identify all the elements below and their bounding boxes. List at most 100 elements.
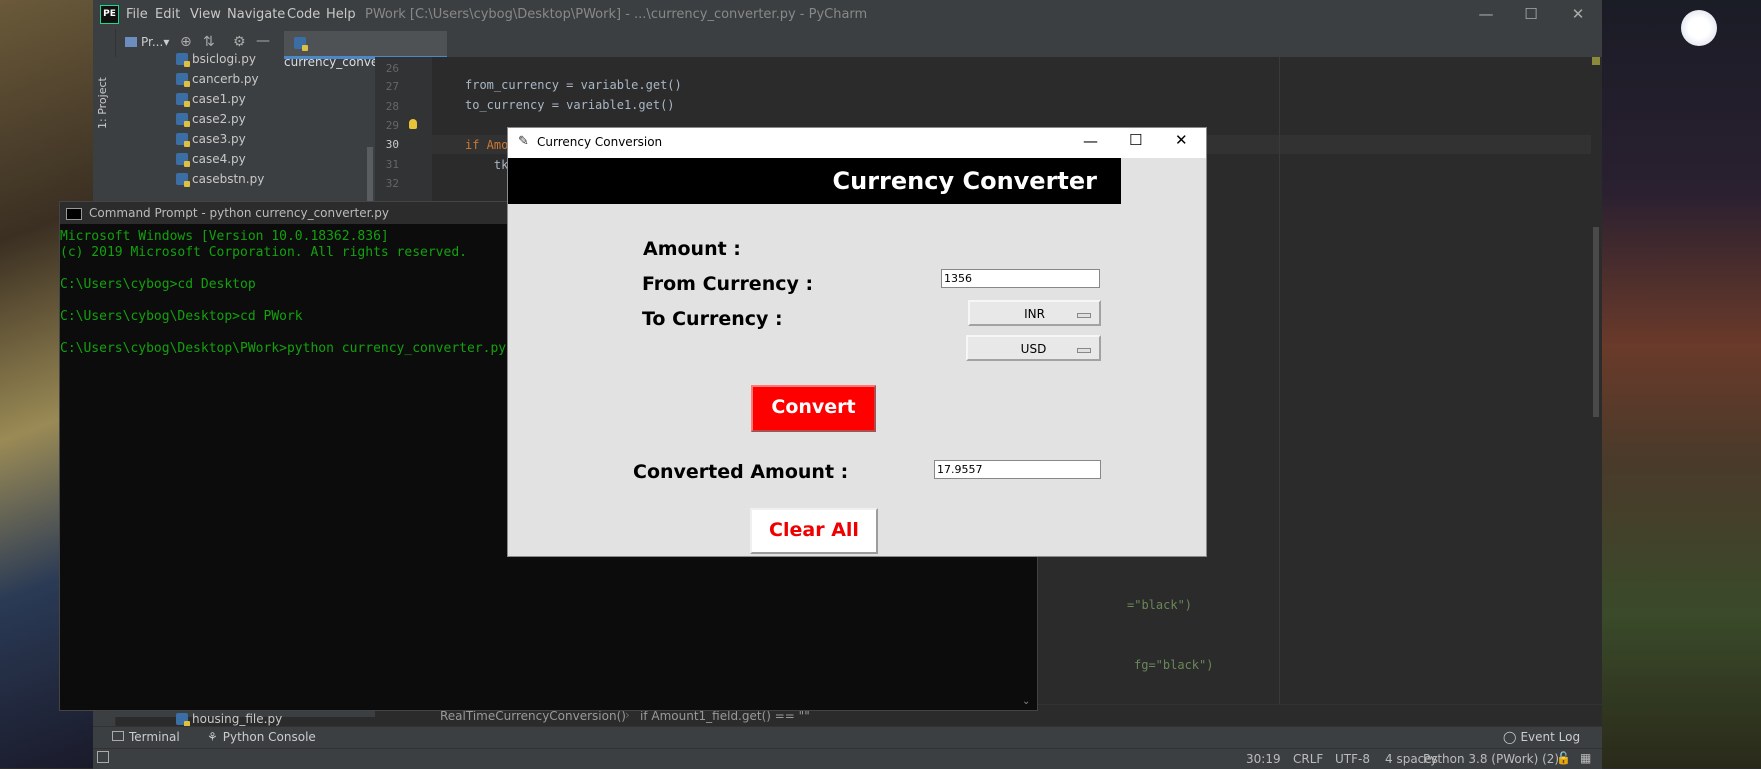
file-item[interactable]: bsiclogi.py — [176, 52, 256, 67]
python-console-tab[interactable]: ⚘ Python Console — [207, 730, 316, 744]
caret-position[interactable]: 30:19 — [1246, 752, 1281, 766]
from-currency-value: INR — [1024, 307, 1045, 321]
tab-currency-converter[interactable]: currency_converter.py✕ — [284, 31, 447, 69]
file-name: case2.py — [192, 112, 246, 126]
project-view-dropdown[interactable]: Pr...▾ — [125, 35, 169, 49]
python-console-icon: ⚘ — [207, 730, 218, 744]
file-item[interactable]: housing_file.py — [176, 712, 283, 727]
python-console-tab-label: Python Console — [222, 730, 316, 744]
inspection-indicator-icon[interactable] — [1592, 57, 1600, 65]
to-currency-select[interactable]: USD — [966, 335, 1101, 361]
lock-icon[interactable]: 🔓 — [1556, 751, 1571, 765]
cmd-line: C:\Users\cybog>cd Desktop — [60, 277, 256, 292]
menu-code[interactable]: Code — [287, 7, 320, 22]
terminal-tab[interactable]: Terminal — [112, 730, 180, 744]
minimize-icon[interactable]: — — [1471, 5, 1501, 23]
terminal-icon — [112, 731, 124, 741]
file-encoding[interactable]: UTF-8 — [1335, 752, 1370, 766]
menu-edit[interactable]: Edit — [155, 7, 180, 22]
file-name: casebstn.py — [192, 172, 265, 186]
tk-body: Currency Converter Amount : From Currenc… — [508, 158, 1206, 556]
breadcrumb-item[interactable]: if Amount1_field.get() == "" — [640, 709, 810, 723]
menu-file[interactable]: File — [126, 7, 148, 22]
python-file-icon — [176, 713, 190, 727]
event-log-tab[interactable]: ◯ Event Log — [1503, 730, 1580, 744]
menu-navigate[interactable]: Navigate — [227, 7, 285, 22]
breadcrumb-item[interactable]: RealTimeCurrencyConversion() — [440, 709, 626, 723]
feather-icon: ✎ — [518, 134, 529, 149]
cmd-line: (c) 2019 Microsoft Corporation. All righ… — [60, 245, 467, 260]
project-tool-button[interactable]: 1: Project — [96, 69, 112, 129]
project-scrollbar[interactable] — [367, 147, 373, 207]
file-name: case1.py — [192, 92, 246, 106]
convert-button[interactable]: Convert — [751, 385, 876, 432]
editor-scroll-thumb[interactable] — [1593, 227, 1599, 417]
line-number: 31 — [385, 158, 399, 171]
lightbulb-icon[interactable] — [409, 119, 417, 129]
menu-help[interactable]: Help — [326, 7, 356, 22]
file-item[interactable]: case3.py — [176, 132, 246, 147]
maximize-icon[interactable]: ☐ — [1516, 5, 1546, 23]
code-line: from_currency = variable.get() — [465, 78, 682, 92]
file-name: housing_file.py — [192, 712, 283, 726]
python-file-icon — [176, 173, 190, 187]
menu-view[interactable]: View — [190, 7, 221, 22]
currency-conversion-window: ✎ Currency Conversion — ☐ ✕ Currency Con… — [507, 127, 1207, 557]
line-number: 26 — [385, 62, 399, 75]
cmd-line: C:\Users\cybog\Desktop>cd PWork — [60, 309, 303, 324]
converted-amount-label: Converted Amount : — [633, 461, 849, 483]
amount-input[interactable] — [941, 269, 1100, 288]
collapse-icon[interactable]: ⇅ — [203, 34, 215, 50]
tk-maximize-icon[interactable]: ☐ — [1129, 131, 1142, 149]
pycharm-titlebar: PE File Edit View Navigate Code Help PWo… — [93, 0, 1602, 29]
file-name: cancerb.py — [192, 72, 259, 86]
python-file-icon — [176, 113, 190, 127]
from-currency-select[interactable]: INR — [968, 300, 1101, 326]
tk-window-title: Currency Conversion — [537, 135, 663, 149]
terminal-tab-label: Terminal — [129, 730, 180, 744]
memory-indicator-icon[interactable]: ▦ — [1580, 751, 1591, 765]
cmd-title: Command Prompt - python currency_convert… — [89, 206, 389, 220]
file-name: case4.py — [192, 152, 246, 166]
file-item[interactable]: cancerb.py — [176, 72, 259, 87]
file-item[interactable]: case2.py — [176, 112, 246, 127]
tk-titlebar: ✎ Currency Conversion — ☐ ✕ — [508, 128, 1206, 158]
option-indicator-icon — [1077, 313, 1091, 318]
converted-amount-output[interactable] — [934, 460, 1101, 479]
cmd-line: Microsoft Windows [Version 10.0.18362.83… — [60, 229, 389, 244]
hide-panel-icon[interactable]: — — [256, 33, 270, 49]
python-file-icon — [176, 133, 190, 147]
file-item[interactable]: casebstn.py — [176, 172, 265, 187]
file-name: bsiclogi.py — [192, 52, 256, 66]
option-indicator-icon — [1077, 348, 1091, 353]
python-file-icon — [176, 73, 190, 87]
python-file-icon — [294, 37, 308, 51]
python-file-icon — [176, 93, 190, 107]
file-name: case3.py — [192, 132, 246, 146]
line-number: 28 — [385, 100, 399, 113]
cmd-scroll-down-icon[interactable]: ⌄ — [1022, 696, 1030, 707]
file-item[interactable]: case4.py — [176, 152, 246, 167]
python-interpreter[interactable]: Python 3.8 (PWork) (2) — [1423, 752, 1559, 766]
tk-close-icon[interactable]: ✕ — [1175, 131, 1188, 149]
line-number: 32 — [385, 177, 399, 190]
tool-windows-icon[interactable] — [97, 751, 109, 763]
close-icon[interactable]: ✕ — [1563, 5, 1593, 23]
python-file-icon — [176, 153, 190, 167]
line-separator[interactable]: CRLF — [1293, 752, 1323, 766]
clear-all-button[interactable]: Clear All — [750, 508, 878, 554]
gear-icon[interactable]: ⚙ — [233, 34, 246, 50]
folder-icon — [125, 37, 137, 47]
to-currency-value: USD — [1020, 342, 1047, 356]
line-number: 30 — [385, 138, 399, 151]
code-fragment: fg="black") — [1134, 658, 1214, 672]
code-line: to_currency = variable1.get() — [465, 98, 675, 112]
to-currency-label: To Currency : — [642, 308, 783, 330]
file-item[interactable]: case1.py — [176, 92, 246, 107]
locate-icon[interactable]: ⊕ — [180, 34, 192, 50]
bottom-toolbar: Terminal ⚘ Python Console ◯ Event Log — [93, 726, 1602, 749]
amount-label: Amount : — [643, 238, 741, 260]
tk-minimize-icon[interactable]: — — [1083, 132, 1098, 150]
editor-scrollbar[interactable] — [1591, 57, 1602, 717]
right-margin-guide — [1279, 57, 1280, 717]
